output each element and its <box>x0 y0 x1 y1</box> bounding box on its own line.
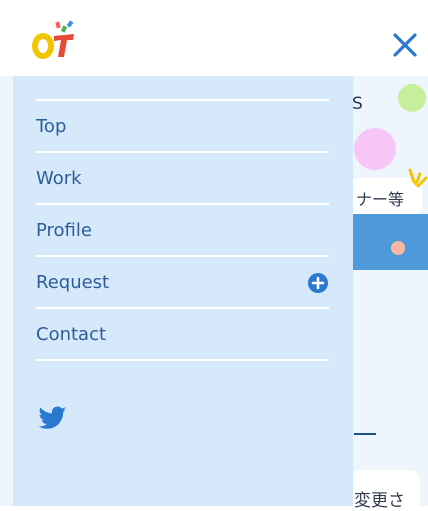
site-logo[interactable] <box>32 20 78 60</box>
bg-underline <box>354 433 376 435</box>
bg-fragment-text: 変更さ <box>354 491 405 511</box>
bg-fragment-card: 変更さ <box>350 470 420 511</box>
close-icon[interactable] <box>388 28 422 62</box>
menu-item-label: Contact <box>36 323 107 345</box>
sparkle-icon <box>408 168 428 188</box>
menu-item-work[interactable]: Work <box>36 153 329 203</box>
plus-circle-icon[interactable] <box>307 272 329 294</box>
menu-item-label: Top <box>36 115 67 137</box>
bg-fragment-s: S <box>352 94 363 114</box>
peach-dot <box>391 241 405 255</box>
twitter-icon[interactable] <box>37 406 67 432</box>
navigation-drawer: Top Work Profile Request Contact <box>13 76 353 506</box>
menu-item-label: Work <box>36 167 82 189</box>
menu-item-top[interactable]: Top <box>36 101 329 151</box>
bg-blue-band <box>352 214 428 270</box>
site-header <box>0 0 428 76</box>
menu-item-contact[interactable]: Contact <box>36 309 329 359</box>
bg-fragment-button-text: ナー等 <box>356 190 405 209</box>
menu-item-profile[interactable]: Profile <box>36 205 329 255</box>
pink-dot <box>354 128 396 170</box>
menu-item-label: Request <box>36 271 110 293</box>
menu-item-label: Profile <box>36 219 92 241</box>
menu-divider <box>36 359 329 361</box>
green-dot <box>398 84 426 112</box>
menu-item-request[interactable]: Request <box>36 257 329 307</box>
menu-list: Top Work Profile Request Contact <box>36 99 329 361</box>
